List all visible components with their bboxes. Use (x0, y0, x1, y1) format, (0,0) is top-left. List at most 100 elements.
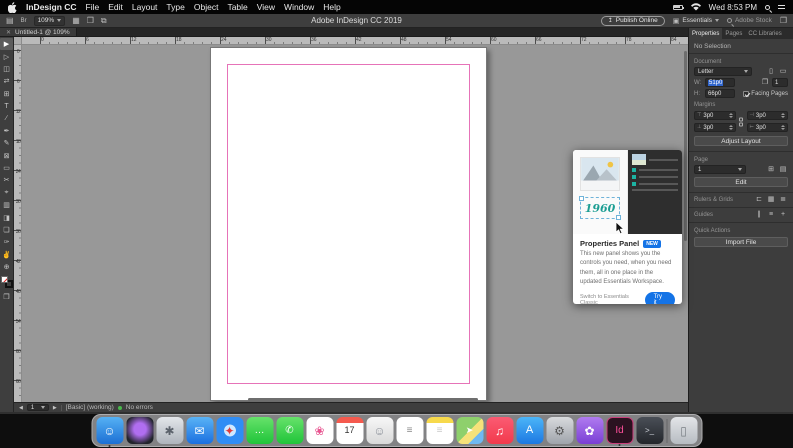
fill-stroke-swatches[interactable] (0, 276, 13, 289)
preflight-profile[interactable]: [Basic] (working) (66, 404, 114, 411)
workspace-switcher[interactable]: ▣ Essentials (673, 17, 719, 25)
view-stack-icon[interactable]: ▤ (6, 16, 14, 25)
link-margins-icon[interactable] (739, 117, 743, 126)
dock-terminal[interactable]: >_ (636, 417, 663, 444)
portrait-orientation-icon[interactable]: ▯ (766, 68, 776, 75)
tab-properties[interactable]: Properties (689, 28, 723, 39)
dock-separator[interactable] (666, 418, 667, 443)
view-options-icon[interactable]: ▦ (72, 16, 80, 25)
menu-item[interactable]: Table (227, 2, 247, 12)
publish-online-button[interactable]: ↥ Publish Online (600, 15, 665, 26)
menu-item[interactable]: Layout (132, 2, 158, 12)
preflight-status[interactable]: No errors (126, 404, 153, 411)
import-file-button[interactable]: Import File (694, 237, 788, 247)
pencil-tool[interactable]: ✎ (0, 137, 13, 149)
stepper[interactable] (781, 113, 785, 118)
adobe-stock-search[interactable]: Adobe Stock (726, 17, 772, 24)
dock-siri[interactable] (126, 417, 153, 444)
dock-maps[interactable]: ➤ (456, 417, 483, 444)
menu-item[interactable]: File (86, 2, 100, 12)
stepper[interactable] (728, 125, 733, 130)
eyedropper-tool[interactable]: ✑ (0, 236, 13, 248)
document-tab[interactable]: ✕ Untitled-1 @ 109% (0, 28, 77, 36)
screen-mode-button[interactable]: ❒ (0, 290, 13, 302)
document-grid-icon[interactable]: ▦ (766, 196, 776, 203)
dock-app-store[interactable]: A (516, 417, 543, 444)
dock-reminders[interactable]: ≡ (396, 417, 423, 444)
add-page-icon[interactable]: ⊞ (766, 166, 776, 173)
zoom-tool[interactable]: ⊕ (0, 261, 13, 273)
type-tool[interactable]: T (0, 100, 13, 112)
dock-calendar[interactable]: 17 (336, 417, 363, 444)
facing-pages-checkbox[interactable] (743, 90, 750, 97)
pages-count-field[interactable]: 1 (772, 78, 788, 87)
dock-trash[interactable]: ▯ (670, 417, 697, 444)
selection-tool[interactable]: ▶ (0, 38, 13, 51)
dock-messages[interactable]: … (246, 417, 273, 444)
try-it-button[interactable]: Try it (644, 292, 675, 304)
adjust-layout-button[interactable]: Adjust Layout (694, 136, 788, 146)
note-tool[interactable]: ❏ (0, 224, 13, 236)
stepper[interactable] (728, 113, 733, 118)
dock-mail[interactable]: ✉ (186, 417, 213, 444)
current-page-select[interactable]: 1 (694, 165, 746, 174)
screen-mode-icon[interactable]: ❒ (87, 16, 94, 25)
margin-right-field[interactable]: ⊢ 3p0 (746, 123, 788, 132)
row-guides-icon[interactable]: ≡ (766, 211, 776, 218)
page-number-select[interactable]: 1 (26, 404, 49, 411)
dock-facetime[interactable]: ✆ (276, 417, 303, 444)
rectangle-frame-tool[interactable]: ⊠ (0, 150, 13, 162)
edit-page-button[interactable]: Edit (694, 177, 788, 187)
menu-item[interactable]: Type (166, 2, 184, 12)
column-guides-icon[interactable]: ∥ (754, 211, 764, 218)
switch-to-classic-link[interactable]: Switch to Essentials Classic (580, 294, 645, 304)
content-collector-tool[interactable]: ⊞ (0, 88, 13, 100)
apple-menu-icon[interactable] (8, 1, 17, 13)
dock-music[interactable]: ♫ (486, 417, 513, 444)
menu-item[interactable]: InDesign CC (26, 2, 77, 12)
line-tool[interactable]: ∕ (0, 112, 13, 124)
margin-bottom-field[interactable]: ⊥ 3p0 (694, 123, 736, 132)
width-field[interactable]: 51p0 (705, 78, 735, 87)
arrange-documents-icon[interactable]: ⧉ (101, 16, 107, 25)
panel-toggle-icon[interactable]: ❐ (780, 16, 787, 25)
baseline-grid-icon[interactable]: ≣ (778, 196, 788, 203)
menu-clock[interactable]: Wed 8:53 PM (709, 3, 757, 12)
battery-icon[interactable] (672, 4, 684, 10)
margin-top-field[interactable]: ⊤ 3p0 (694, 111, 736, 120)
tab-pages[interactable]: Pages (722, 28, 745, 39)
menu-item[interactable]: View (257, 2, 275, 12)
vertical-ruler[interactable]: 0 6 12 18 24 30 36 42 48 54 60 66 (14, 45, 22, 402)
menu-item[interactable]: Help (323, 2, 340, 12)
horizontal-ruler[interactable]: 0 6 12 18 24 30 36 42 48 54 60 66 72 78 84 (22, 37, 688, 45)
dock-photos[interactable]: ❀ (306, 417, 333, 444)
height-field[interactable]: 66p0 (705, 89, 735, 98)
gradient-swatch-tool[interactable]: ▥ (0, 199, 13, 211)
vertical-scrollbar[interactable] (684, 51, 687, 241)
document-page[interactable] (210, 47, 487, 401)
page-size-select[interactable]: Letter (694, 67, 752, 76)
scissors-tool[interactable]: ✂ (0, 174, 13, 186)
menu-item[interactable]: Edit (108, 2, 123, 12)
dock-notes[interactable]: ≡ (426, 417, 453, 444)
tab-close-icon[interactable]: ✕ (6, 29, 11, 36)
dock-safari[interactable]: ✦ (216, 417, 243, 444)
horizontal-scrollbar[interactable] (248, 398, 478, 401)
fill-swatch[interactable] (0, 276, 8, 284)
tab-cc-libraries[interactable]: CC Libraries (745, 28, 784, 39)
page-options-icon[interactable]: ▤ (778, 166, 788, 173)
previous-page-button[interactable]: ◀ (19, 405, 23, 411)
menu-item[interactable]: Window (284, 2, 314, 12)
add-guide-icon[interactable]: + (778, 211, 788, 218)
stepper[interactable] (781, 125, 785, 130)
spotlight-icon[interactable] (765, 4, 770, 10)
hand-tool[interactable]: ✌ (0, 249, 13, 261)
bridge-icon[interactable]: Br (21, 18, 27, 24)
free-transform-tool[interactable]: ⌖ (0, 187, 13, 199)
direct-selection-tool[interactable]: ▷ (0, 50, 13, 62)
landscape-orientation-icon[interactable]: ▭ (778, 68, 788, 75)
gradient-feather-tool[interactable]: ◨ (0, 211, 13, 223)
dock-system-preferences[interactable]: ⚙ (546, 417, 573, 444)
next-page-button[interactable]: ▶ (53, 405, 57, 411)
notification-center-icon[interactable] (778, 4, 785, 11)
